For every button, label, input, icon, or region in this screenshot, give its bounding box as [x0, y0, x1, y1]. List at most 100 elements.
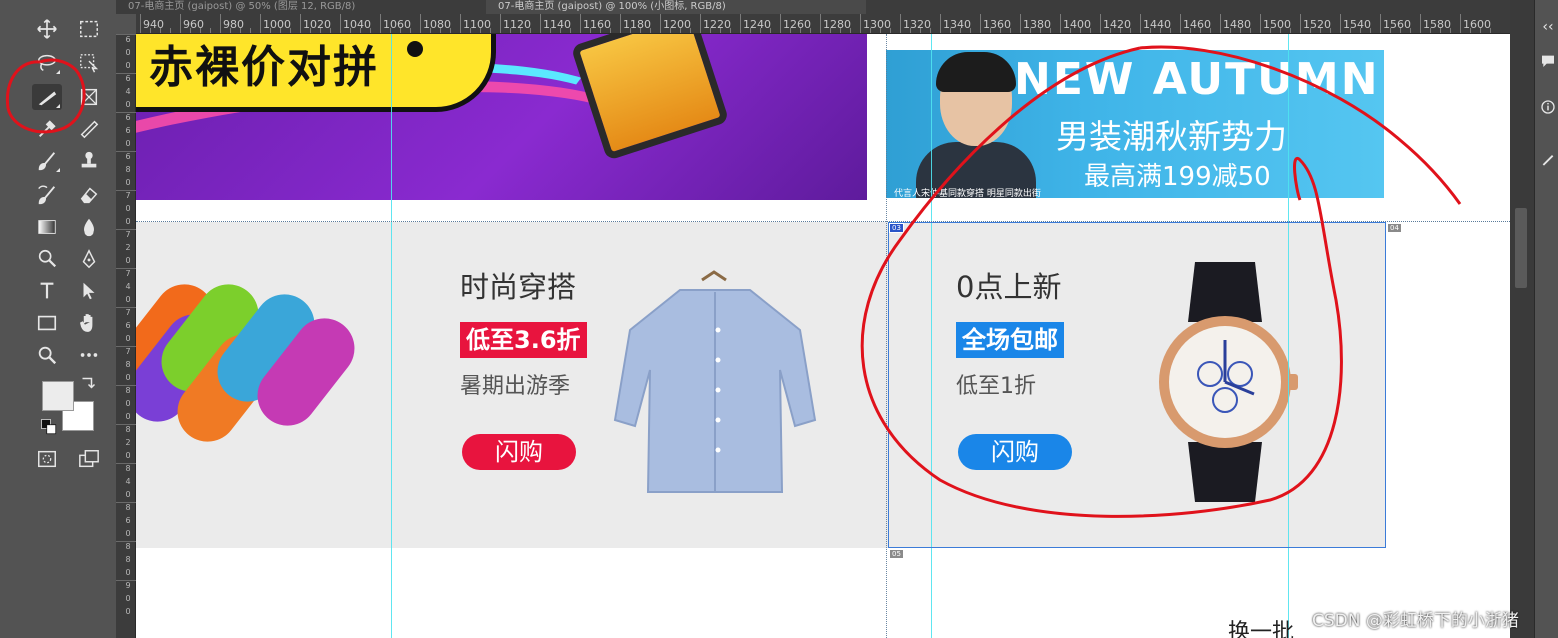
panel-collapse-icon[interactable]: ‹‹	[1539, 18, 1557, 36]
ruler-label: 7	[125, 230, 131, 239]
towels-product-image	[136, 268, 367, 478]
ruler-label: 1100	[463, 18, 491, 31]
switch-batch-text[interactable]: 换一批	[1228, 614, 1294, 638]
frame-tool-icon[interactable]	[74, 84, 104, 110]
swap-colors-icon[interactable]	[78, 374, 96, 392]
pen-tool-icon[interactable]	[74, 246, 104, 272]
ruler-label: 6	[125, 113, 131, 122]
ruler-tick	[1220, 14, 1221, 33]
stamp-tool-icon[interactable]	[74, 148, 104, 174]
ruler-tick	[116, 34, 136, 35]
scroll-thumb[interactable]	[1515, 208, 1527, 288]
autumn-deal: 最高满199减50	[1084, 162, 1271, 192]
ruler-tick	[116, 580, 136, 581]
ruler-label: 1200	[663, 18, 691, 31]
comments-icon[interactable]	[1539, 52, 1557, 70]
ruler-label: 0	[125, 139, 131, 148]
ruler-label: 1300	[863, 18, 891, 31]
ruler-label: 1480	[1223, 18, 1251, 31]
ruler-tick	[1100, 14, 1101, 33]
yellow-text-panel: 赤裸价对拼	[136, 34, 496, 112]
ruler-label: 0	[125, 412, 131, 421]
ruler-label: 1120	[503, 18, 531, 31]
screen-mode-icon[interactable]	[74, 446, 104, 472]
shirt-product-image	[613, 270, 817, 493]
ruler-tick	[116, 151, 136, 152]
more-tools-icon[interactable]	[74, 342, 104, 368]
ruler-label: 1000	[263, 18, 291, 31]
card-1-badge: 低至3.6折	[460, 322, 587, 358]
card-1-subtitle: 暑期出游季	[460, 374, 571, 399]
ruler-label: 4	[125, 87, 131, 96]
foreground-color-swatch[interactable]	[42, 381, 74, 411]
path-selection-tool-icon[interactable]	[74, 278, 104, 304]
ruler-label: 1340	[943, 18, 971, 31]
rectangle-tool-icon[interactable]	[32, 310, 62, 336]
tab-document-1[interactable]: 07-电商主页 (gaipost) @ 50% (图层 12, RGB/8)	[116, 0, 486, 14]
ruler-tick	[116, 268, 136, 269]
default-colors-icon[interactable]	[40, 418, 58, 436]
vertical-scrollbar[interactable]	[1510, 0, 1534, 638]
yellow-dot	[407, 41, 423, 57]
hand-tool-icon[interactable]	[74, 310, 104, 336]
ruler-label: 1440	[1143, 18, 1171, 31]
ruler-label: 1060	[383, 18, 411, 31]
dodge-tool-icon[interactable]	[32, 246, 62, 272]
tab-document-2[interactable]: 07-电商主页 (gaipost) @ 100% (小图标, RGB/8)	[486, 0, 866, 14]
ruler-tick	[660, 14, 661, 33]
history-brush-icon[interactable]	[32, 182, 62, 208]
ruler-label: 7	[125, 308, 131, 317]
autumn-caption: 代言人宋仲基同款穿搭 明星同款出街	[894, 189, 1041, 198]
gradient-tool-icon[interactable]	[32, 214, 62, 240]
ruler-label: 2	[125, 243, 131, 252]
ruler-label: 7	[125, 269, 131, 278]
ruler-tick	[116, 541, 136, 542]
autumn-subtitle: 男装潮秋新势力	[1056, 117, 1287, 156]
ruler-tick	[116, 229, 136, 230]
ruler-label: 1040	[343, 18, 371, 31]
eyedropper-tool-icon[interactable]	[32, 116, 62, 142]
card-1-flash-buy-button[interactable]: 闪购	[462, 434, 576, 470]
card-1-title: 时尚穿搭	[460, 270, 577, 304]
document-canvas[interactable]: 赤裸价对拼 NEW AUTUMN 男装潮秋新势力 最高满199减50 代言人宋仲…	[136, 34, 1510, 638]
lasso-tool-icon[interactable]	[32, 50, 62, 76]
ruler-tick	[1140, 14, 1141, 33]
ruler-tick	[116, 385, 136, 386]
ruler-label: 1160	[583, 18, 611, 31]
blur-tool-icon[interactable]	[74, 214, 104, 240]
quick-mask-icon[interactable]	[32, 446, 62, 472]
ruler-label: 1500	[1263, 18, 1291, 31]
ruler-tick	[340, 14, 341, 33]
zoom-tool-icon[interactable]	[32, 342, 62, 368]
selected-slice[interactable]	[888, 222, 1386, 548]
eraser-tool-icon[interactable]	[74, 182, 104, 208]
type-tool-icon[interactable]	[32, 278, 62, 304]
ruler-tick	[116, 307, 136, 308]
object-selection-tool-icon[interactable]	[74, 50, 104, 76]
ruler-label: 8	[125, 165, 131, 174]
info-icon[interactable]	[1539, 98, 1557, 116]
ruler-tick	[820, 14, 821, 33]
ruler-tick	[1020, 14, 1021, 33]
ruler-label: 0	[125, 334, 131, 343]
slice-tag-04[interactable]: 04	[1387, 223, 1402, 233]
ruler-label: 0	[125, 100, 131, 109]
slice-tag-03[interactable]: 03	[889, 223, 904, 233]
slice-tag-05[interactable]: 05	[889, 549, 904, 559]
ruler-tick	[540, 14, 541, 33]
ruler-tick	[116, 502, 136, 503]
slice-tool-icon[interactable]	[32, 84, 62, 110]
move-tool-icon[interactable]	[32, 16, 62, 42]
purple-banner-text: 赤裸价对拼	[149, 42, 379, 93]
ruler-tick	[900, 14, 901, 33]
ruler-label: 1560	[1383, 18, 1411, 31]
brush-settings-icon[interactable]	[1539, 150, 1557, 168]
ruler-label: 0	[125, 451, 131, 460]
ruler-label: 8	[125, 360, 131, 369]
horizontal-ruler: 940 960 980 1000 1020 1040 1060 1080 1100 1120 114…	[136, 14, 1510, 34]
marquee-tool-icon[interactable]	[74, 16, 104, 42]
ruler-tick	[700, 14, 701, 33]
autumn-menswear-banner: NEW AUTUMN 男装潮秋新势力 最高满199减50 代言人宋仲基同款穿搭 …	[886, 50, 1384, 198]
ruler-tool-icon[interactable]	[74, 116, 104, 142]
brush-tool-icon[interactable]	[32, 148, 62, 174]
